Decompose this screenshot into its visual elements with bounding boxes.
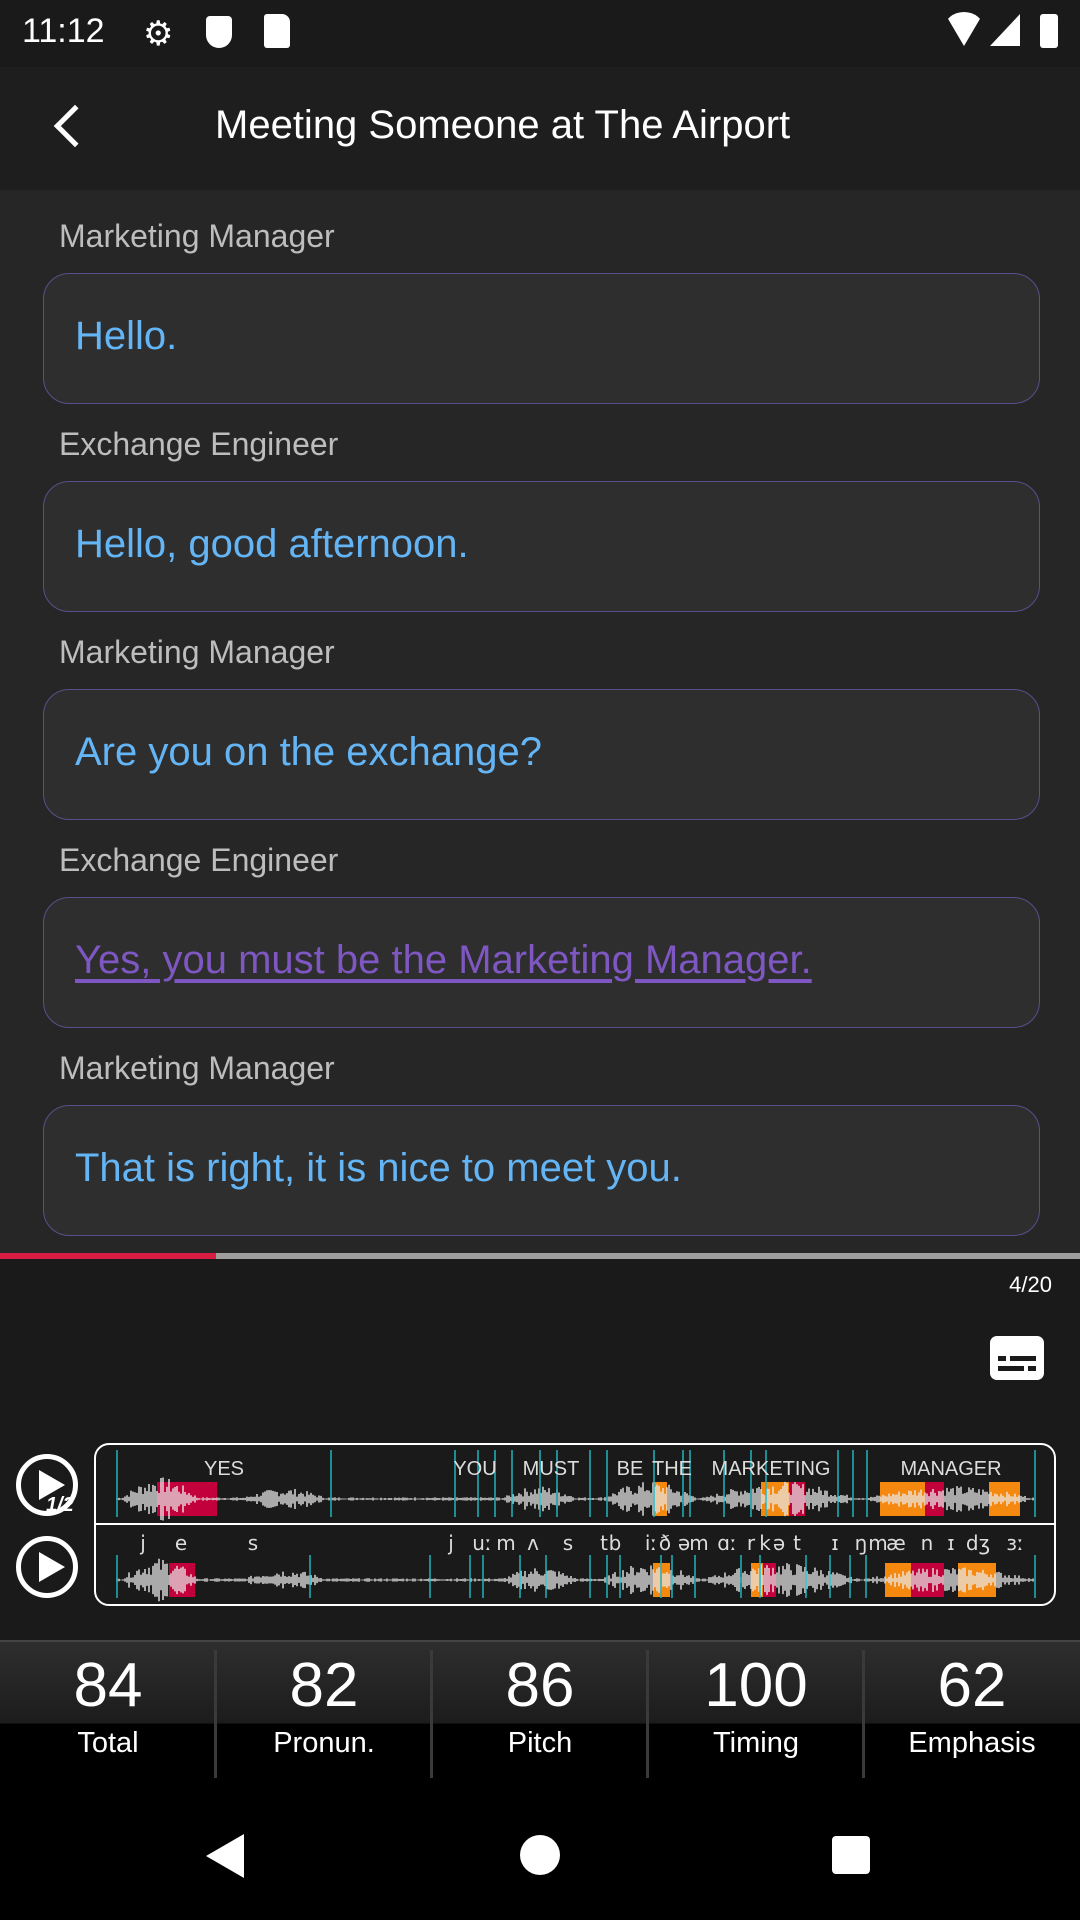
score-emphasis: 62 Emphasis	[864, 1642, 1080, 1780]
signal-icon	[990, 14, 1020, 46]
score-bar: 84 Total 82 Pronun. 86 Pitch 100 Timing …	[0, 1640, 1080, 1780]
sd-card-icon	[264, 14, 290, 48]
dialogue-line-text[interactable]: Yes, you must be the Marketing Manager.	[75, 938, 812, 983]
dialogue-line-card[interactable]: Hello.	[43, 273, 1040, 404]
progress-counter: 4/20	[1009, 1272, 1052, 1297]
dialogue-line-text[interactable]: That is right, it is nice to meet you.	[75, 1146, 682, 1191]
score-label: Total	[77, 1727, 139, 1759]
divider	[646, 1650, 649, 1780]
score-total: 84 Total	[0, 1642, 216, 1780]
dialogue-line-text[interactable]: Hello, good afternoon.	[75, 522, 469, 567]
subtitles-icon[interactable]	[990, 1336, 1044, 1380]
practice-panel	[0, 1253, 1080, 1640]
score-label: Emphasis	[908, 1727, 1036, 1759]
speaker-label: Marketing Manager	[59, 1050, 335, 1086]
speaker-label: Marketing Manager	[59, 218, 335, 254]
score-value: 62	[937, 1651, 1007, 1720]
speaker-label: Marketing Manager	[59, 634, 335, 670]
app-bar: Meeting Someone at The Airport	[0, 67, 1080, 190]
score-value: 100	[704, 1651, 808, 1720]
dialogue-line-card[interactable]: Yes, you must be the Marketing Manager.	[43, 897, 1040, 1028]
divider	[214, 1650, 217, 1780]
play-recording-button[interactable]	[16, 1536, 78, 1598]
status-bar: 11:12 ⚙	[0, 0, 1080, 67]
recents-nav-icon[interactable]	[832, 1836, 870, 1874]
score-value: 82	[289, 1651, 359, 1720]
score-pitch: 86 Pitch	[432, 1642, 648, 1780]
score-label: Pitch	[507, 1727, 573, 1759]
speed-label: 1/2	[46, 1494, 74, 1516]
back-nav-icon[interactable]	[206, 1834, 244, 1878]
status-time: 11:12	[22, 12, 105, 50]
navigation-bar	[0, 1778, 1080, 1920]
score-value: 86	[505, 1651, 575, 1720]
score-value: 84	[73, 1651, 143, 1720]
speaker-label: Exchange Engineer	[59, 426, 339, 462]
wifi-icon	[944, 12, 984, 46]
divider	[862, 1650, 865, 1780]
dialogue-line-card[interactable]: That is right, it is nice to meet you.	[43, 1105, 1040, 1236]
score-label: Timing	[713, 1727, 799, 1759]
dialogue-line-card[interactable]: Are you on the exchange?	[43, 689, 1040, 820]
chevron-left-icon[interactable]	[53, 104, 97, 148]
home-nav-icon[interactable]	[520, 1835, 560, 1875]
progress-fill	[0, 1253, 216, 1259]
score-pronun: 82 Pronun.	[216, 1642, 432, 1780]
divider	[430, 1650, 433, 1780]
score-timing: 100 Timing	[648, 1642, 864, 1780]
dialogue-line-text[interactable]: Are you on the exchange?	[75, 730, 542, 775]
gear-icon: ⚙	[143, 15, 174, 53]
shield-icon	[206, 16, 232, 48]
battery-icon	[1040, 14, 1058, 48]
dialogue-line-text[interactable]: Hello.	[75, 314, 177, 359]
page-title: Meeting Someone at The Airport	[215, 103, 791, 147]
score-label: Pronun.	[273, 1727, 375, 1759]
dialogue-line-card[interactable]: Hello, good afternoon.	[43, 481, 1040, 612]
speaker-label: Exchange Engineer	[59, 842, 339, 878]
